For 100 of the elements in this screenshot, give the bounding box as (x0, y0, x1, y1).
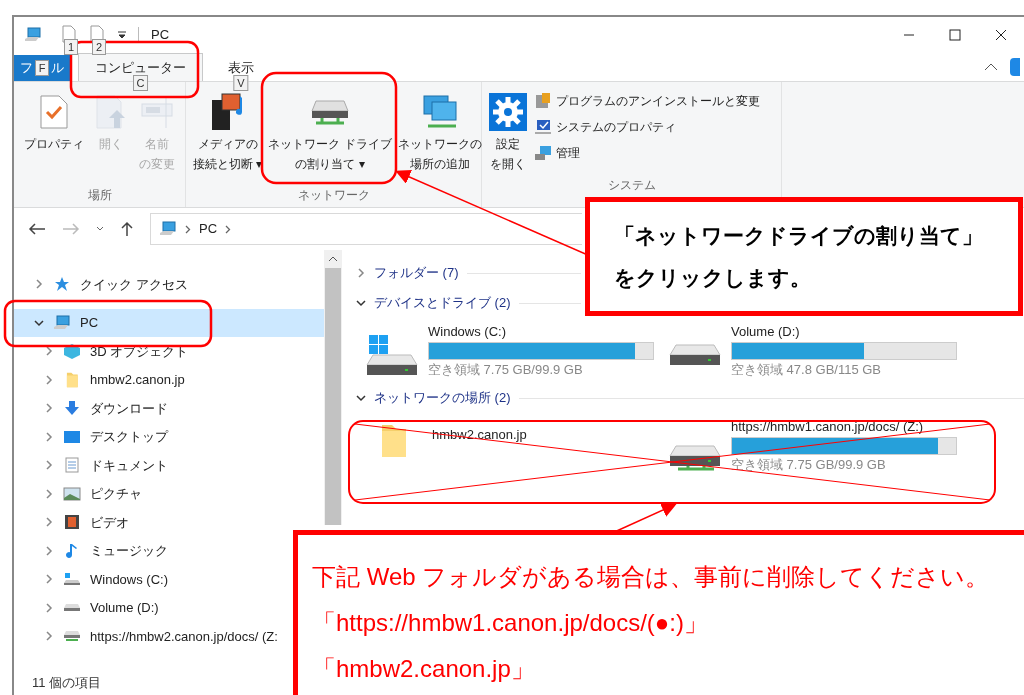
desktop-icon (63, 429, 81, 444)
chevron-right-icon[interactable] (44, 403, 54, 414)
forward-arrow-icon[interactable] (62, 222, 80, 236)
computer-check-icon (534, 118, 552, 136)
group-header[interactable]: デバイスとドライブ (2) (356, 288, 581, 318)
collapse-ribbon-icon[interactable] (984, 62, 998, 72)
nav-tree-item[interactable]: 3D オブジェクト (14, 337, 193, 366)
group-header[interactable]: フォルダー (7) (356, 258, 581, 288)
music-note-icon (65, 542, 79, 559)
document-icon (65, 457, 79, 474)
nav-tree-item[interactable]: ダウンロード (14, 394, 172, 423)
ribbon-group-label: 場所 (87, 187, 112, 204)
address-bar[interactable]: PC (150, 213, 582, 245)
keytip: 2 (92, 39, 107, 55)
nav-tree-item[interactable]: デスクトップ (14, 422, 172, 451)
film-icon (64, 514, 80, 531)
computer-icon (53, 313, 71, 332)
cube-icon (63, 343, 81, 360)
nav-item-label: hmbw2.canon.jp (90, 371, 185, 389)
nav-item-label: https://hmbw2.canon.jp/docs/ (Z: (90, 627, 278, 646)
ribbon-group-label: システム (607, 177, 656, 194)
chevron-down-icon[interactable] (34, 317, 44, 328)
chevron-down-icon[interactable] (356, 393, 366, 403)
chevron-right-icon[interactable] (44, 346, 54, 357)
nav-tree-item[interactable]: ミュージック (14, 536, 172, 565)
nav-tree-item[interactable]: Windows (C:) (14, 565, 172, 594)
drive-icon (63, 572, 81, 587)
computer-icon (24, 26, 42, 44)
nav-tree-item[interactable]: ピクチャ (14, 479, 146, 508)
chevron-right-icon[interactable] (44, 517, 54, 528)
computer-icon (159, 220, 177, 238)
callout-text: をクリックします。 (614, 264, 812, 291)
settings-icon (489, 93, 527, 131)
chevron-down-icon[interactable] (356, 298, 366, 308)
callout-text: 「ネットワークドライブの割り当て」 (614, 223, 984, 249)
drive-name[interactable]: Volume (D:) (731, 322, 957, 342)
chevron-right-icon[interactable] (44, 602, 54, 613)
drive-name[interactable]: https://hmbw1.canon.jp/docs/ (Z:) (731, 417, 957, 437)
keytip: V (233, 75, 249, 91)
nav-tree-item[interactable]: https://hmbw2.canon.jp/docs/ (Z: (14, 622, 282, 651)
nav-tree-item[interactable]: Volume (D:) (14, 593, 163, 622)
group-header[interactable]: ネットワークの場所 (2) (356, 383, 1024, 413)
nav-item-label: Windows (C:) (90, 570, 168, 589)
nav-item-label: PC (80, 314, 99, 332)
callout-text: 「hmbw2.canon.jp」 (312, 654, 536, 684)
chevron-right-icon[interactable] (44, 431, 54, 442)
ribbon-button[interactable]: ネットワークの 場所の追加 (394, 90, 485, 186)
document-icon[interactable] (90, 25, 104, 43)
help-button[interactable] (1010, 58, 1020, 76)
chevron-right-icon[interactable] (44, 574, 54, 585)
recent-caret-icon[interactable] (96, 226, 104, 232)
folder-icon (65, 370, 79, 389)
nav-item-label: デスクトップ (90, 428, 168, 446)
nav-item-label: ピクチャ (90, 485, 142, 503)
nav-item-label: 3D オブジェクト (90, 342, 189, 361)
document-arrow-icon (95, 94, 128, 130)
drive-icon (63, 603, 81, 612)
chevron-right-icon[interactable] (34, 279, 44, 290)
nav-item-label: ビデオ (90, 513, 129, 532)
breadcrumb[interactable]: PC (199, 219, 218, 239)
ribbon-small-button[interactable]: システムのプロパティ (534, 116, 760, 138)
ribbon-group-label: ネットワーク (297, 187, 370, 204)
nav-item-label: ミュージック (90, 542, 168, 560)
chevron-right-icon[interactable] (356, 268, 366, 278)
document-icon[interactable] (62, 25, 76, 43)
nav-item-label: ダウンロード (90, 399, 168, 418)
download-arrow-icon (64, 400, 80, 417)
nav-item-label: ドキュメント (90, 456, 168, 475)
chevron-right-icon[interactable] (44, 374, 54, 385)
ribbon-small-button[interactable]: 管理 (534, 142, 760, 164)
chevron-right-icon[interactable] (44, 631, 54, 642)
dropdown-caret-icon[interactable] (118, 31, 126, 39)
star-icon (54, 276, 70, 293)
nav-tree-item[interactable]: ドキュメント (14, 451, 172, 480)
chevron-right-icon[interactable] (44, 488, 54, 499)
ribbon-button[interactable]: プロパティ (20, 90, 87, 186)
scrollbar[interactable] (324, 250, 342, 525)
nav-tree-item[interactable]: クイック アクセス (14, 270, 192, 299)
drive-name[interactable]: Windows (C:) (428, 322, 654, 342)
nav-item-label: Volume (D:) (90, 599, 159, 617)
up-arrow-icon[interactable] (120, 221, 134, 237)
free-space-text: 空き領域 7.75 GB/99.9 GB (731, 455, 887, 474)
back-arrow-icon[interactable] (28, 222, 46, 236)
nav-item-label: クイック アクセス (80, 275, 188, 294)
nav-tree-item[interactable]: ビデオ (14, 508, 133, 537)
chevron-right-icon[interactable] (44, 545, 54, 556)
chevron-right-icon[interactable] (44, 460, 54, 471)
nav-tree-item[interactable]: hmbw2.canon.jp (14, 365, 189, 394)
checkmark-document-icon (38, 94, 69, 130)
free-space-text: 空き領域 7.75 GB/99.9 GB (428, 360, 584, 379)
nav-tree-item[interactable]: PC (14, 308, 324, 337)
chevron-right-icon (185, 224, 191, 234)
keytip: 1 (64, 39, 79, 55)
file-tab[interactable]: フ F ル (14, 55, 70, 81)
ribbon-button[interactable]: ネットワーク ドライブ の割り当て ▾ (265, 90, 395, 186)
window-title: PC (151, 26, 170, 45)
ribbon-small-button[interactable]: プログラムのアンインストールと変更 (534, 90, 760, 112)
network-drive-icon (310, 97, 350, 127)
ribbon-button[interactable]: 設定 を開く (486, 90, 530, 186)
item-name[interactable]: hmbw2.canon.jp (432, 425, 527, 445)
